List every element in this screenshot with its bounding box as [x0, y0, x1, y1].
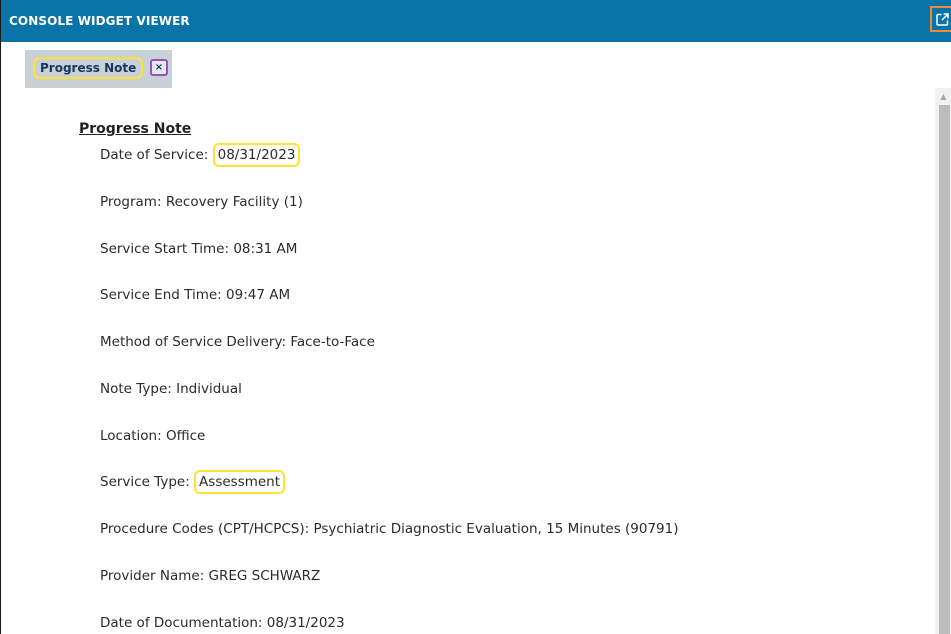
field-service-end-time: Service End Time: 09:47 AM — [100, 285, 290, 305]
field-label: Note Type: — [100, 381, 177, 397]
external-link-icon — [935, 12, 949, 26]
field-label: Method of Service Delivery: — [100, 334, 291, 350]
field-value: Psychiatric Diagnostic Evaluation, 15 Mi… — [313, 521, 679, 537]
field-procedure-codes: Procedure Codes (CPT/HCPCS): Psychiatric… — [100, 519, 679, 539]
field-value: 08/31/2023 — [266, 615, 345, 631]
field-service-start-time: Service Start Time: 08:31 AM — [100, 239, 297, 259]
note-heading: Progress Note — [79, 121, 192, 137]
field-value: Individual — [176, 381, 242, 397]
field-service-type: Service Type: Assessment — [100, 470, 286, 494]
field-value: 09:47 AM — [226, 287, 291, 303]
field-label: Service End Time: — [100, 287, 227, 303]
field-label: Date of Service: — [100, 147, 213, 163]
widget-header: CONSOLE WIDGET VIEWER — [1, 0, 951, 42]
field-label: Provider Name: — [100, 568, 209, 584]
tab-bar: Progress Note × — [25, 50, 172, 88]
field-method-of-delivery: Method of Service Delivery: Face-to-Face — [100, 332, 375, 352]
scrollbar-thumb[interactable] — [939, 105, 950, 634]
field-value: Face-to-Face — [290, 334, 375, 350]
widget-viewer: CONSOLE WIDGET VIEWER Progress Note × Pr… — [0, 0, 951, 634]
field-label: Service Start Time: — [100, 241, 234, 257]
field-value: Assessment — [194, 470, 286, 494]
field-value: Recovery Facility (1) — [165, 194, 303, 210]
field-value: 08:31 AM — [233, 241, 298, 257]
field-value: GREG SCHWARZ — [208, 568, 321, 584]
field-label: Date of Documentation: — [100, 615, 267, 631]
widget-title: CONSOLE WIDGET VIEWER — [9, 14, 190, 28]
popout-button[interactable] — [930, 6, 951, 32]
tab-close-button[interactable]: × — [150, 59, 168, 76]
field-label: Procedure Codes (CPT/HCPCS): — [100, 521, 314, 537]
tab-progress-note[interactable]: Progress Note — [33, 57, 144, 79]
field-note-type: Note Type: Individual — [100, 379, 242, 399]
field-date-of-service: Date of Service: 08/31/2023 — [100, 143, 301, 167]
field-value: Office — [165, 428, 206, 444]
field-date-of-documentation: Date of Documentation: 08/31/2023 — [100, 613, 345, 633]
field-program: Program: Recovery Facility (1) — [100, 192, 303, 212]
vertical-scrollbar[interactable]: ▲ — [935, 88, 951, 634]
scroll-up-arrow-icon[interactable]: ▲ — [935, 88, 951, 105]
field-value: 08/31/2023 — [212, 143, 301, 167]
field-provider-name: Provider Name: GREG SCHWARZ — [100, 566, 320, 586]
field-label: Program: — [100, 194, 166, 210]
field-label: Location: — [100, 428, 166, 444]
field-label: Service Type: — [100, 474, 195, 490]
note-content: Progress Note Date of Service: 08/31/202… — [1, 88, 931, 634]
field-location: Location: Office — [100, 426, 205, 446]
